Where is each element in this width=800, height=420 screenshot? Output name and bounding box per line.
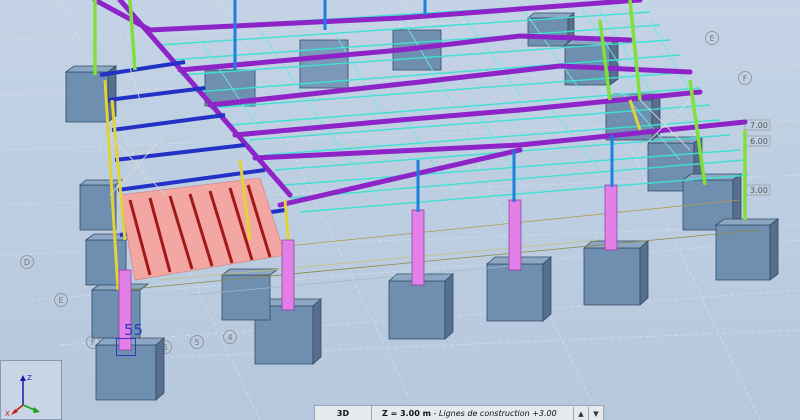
node-marker[interactable] — [116, 338, 136, 356]
axis-orientation-widget[interactable]: Z X — [0, 360, 62, 420]
grid-label-d: D — [20, 255, 34, 269]
svg-text:Z: Z — [27, 374, 32, 382]
svg-text:E: E — [709, 34, 714, 43]
svg-text:4: 4 — [227, 333, 232, 342]
grid-label-5: 5 — [190, 335, 204, 349]
footing — [78, 179, 124, 231]
level-up-button[interactable]: ▲ — [573, 407, 588, 420]
svg-text:F: F — [91, 338, 96, 347]
svg-text:X: X — [5, 410, 10, 418]
grid-label-e-top: E — [705, 31, 719, 45]
svg-text:F: F — [743, 74, 748, 83]
grid-label-4: 4 — [223, 330, 237, 344]
level-separator: - — [430, 409, 439, 418]
floor-slab[interactable] — [119, 177, 286, 281]
svg-text:D: D — [24, 258, 30, 267]
y-axis-icon — [22, 404, 40, 413]
view-mode-indicator[interactable]: 3D — [315, 406, 372, 420]
level-marker-6: 6.00 — [744, 135, 771, 147]
footing — [582, 240, 650, 306]
3d-viewport[interactable]: E F D E F 6 5 4 7.00 6.00 3.00 55 Z X 3D… — [0, 0, 800, 420]
svg-text:7.00: 7.00 — [750, 121, 768, 130]
level-name: Lignes de construction +3.00 — [438, 409, 557, 418]
structure-model[interactable]: E F D E F 6 5 4 7.00 6.00 3.00 — [0, 0, 800, 420]
svg-text:6.00: 6.00 — [750, 137, 768, 146]
triangle-up-icon: ▲ — [578, 409, 584, 418]
z-level: Z = 3.00 m — [382, 409, 431, 418]
node-number-label: 55 — [124, 321, 144, 339]
view-status-bar: 3D Z = 3.00 m - Lignes de construction +… — [314, 405, 604, 420]
footing — [220, 268, 280, 321]
x-axis-icon: X — [5, 404, 24, 418]
level-marker-3: 3.00 — [744, 184, 771, 196]
grid-label-e: E — [54, 293, 68, 307]
level-down-button[interactable]: ▼ — [588, 407, 603, 420]
svg-text:5: 5 — [194, 338, 199, 347]
triangle-down-icon: ▼ — [593, 409, 599, 418]
level-marker-7: 7.00 — [744, 119, 771, 131]
svg-text:E: E — [58, 296, 63, 305]
footing — [714, 218, 780, 281]
current-level-info: Z = 3.00 m - Lignes de construction +3.0… — [372, 406, 573, 420]
z-axis-icon: Z — [20, 374, 32, 405]
grid-label-f-top: F — [738, 71, 752, 85]
svg-text:3.00: 3.00 — [750, 186, 768, 195]
